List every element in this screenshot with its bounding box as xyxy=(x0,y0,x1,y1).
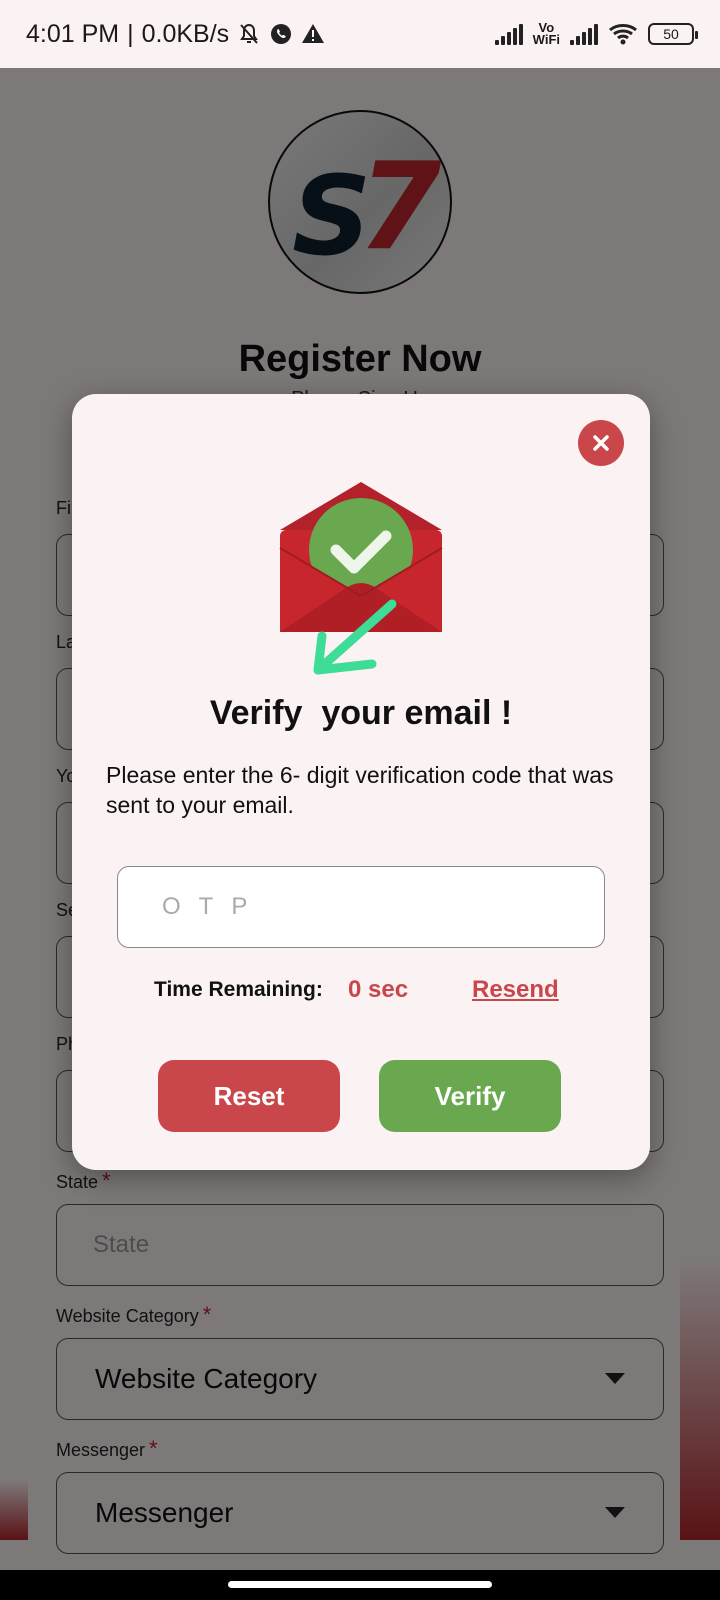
reset-button[interactable]: Reset xyxy=(158,1060,340,1132)
status-bar: 4:01 PM | 0.0KB/s Vo WiFi 50 xyxy=(0,0,720,68)
battery-icon: 50 xyxy=(648,23,698,45)
warning-icon xyxy=(302,24,325,43)
whatsapp-icon xyxy=(271,24,292,44)
network-speed: 0.0KB/s xyxy=(141,19,230,48)
close-icon xyxy=(593,435,609,451)
timer-label: Time Remaining: xyxy=(154,978,323,1001)
wifi-icon xyxy=(609,24,637,45)
vowifi-label: Vo WiFi xyxy=(532,20,560,47)
arrow-icon xyxy=(313,599,397,675)
status-time: 4:01 PM xyxy=(26,19,120,48)
dialog-title: Verify your email ! xyxy=(209,694,513,732)
navigation-bar xyxy=(0,1570,720,1600)
timer-value: 0 sec xyxy=(348,976,409,1003)
dialog-message: Please enter the 6- digit verification c… xyxy=(106,762,614,818)
close-button[interactable] xyxy=(578,420,624,466)
status-separator: | xyxy=(127,19,134,48)
signal-icon xyxy=(570,23,598,45)
timer-row: Time Remaining: 0 sec Resend xyxy=(72,974,650,1010)
mute-bell-icon xyxy=(240,23,259,44)
status-left: 4:01 PM | 0.0KB/s xyxy=(26,20,325,49)
resend-link[interactable]: Resend xyxy=(472,976,559,1004)
otp-input[interactable] xyxy=(117,866,605,948)
status-right: Vo WiFi 50 xyxy=(494,20,698,47)
verify-button[interactable]: Verify xyxy=(379,1060,561,1132)
battery-level: 50 xyxy=(663,26,679,42)
signal-icon xyxy=(494,23,523,45)
home-gesture-handle[interactable] xyxy=(228,1581,492,1588)
verify-email-dialog: Verify your email ! Please enter the 6- … xyxy=(72,394,650,1170)
